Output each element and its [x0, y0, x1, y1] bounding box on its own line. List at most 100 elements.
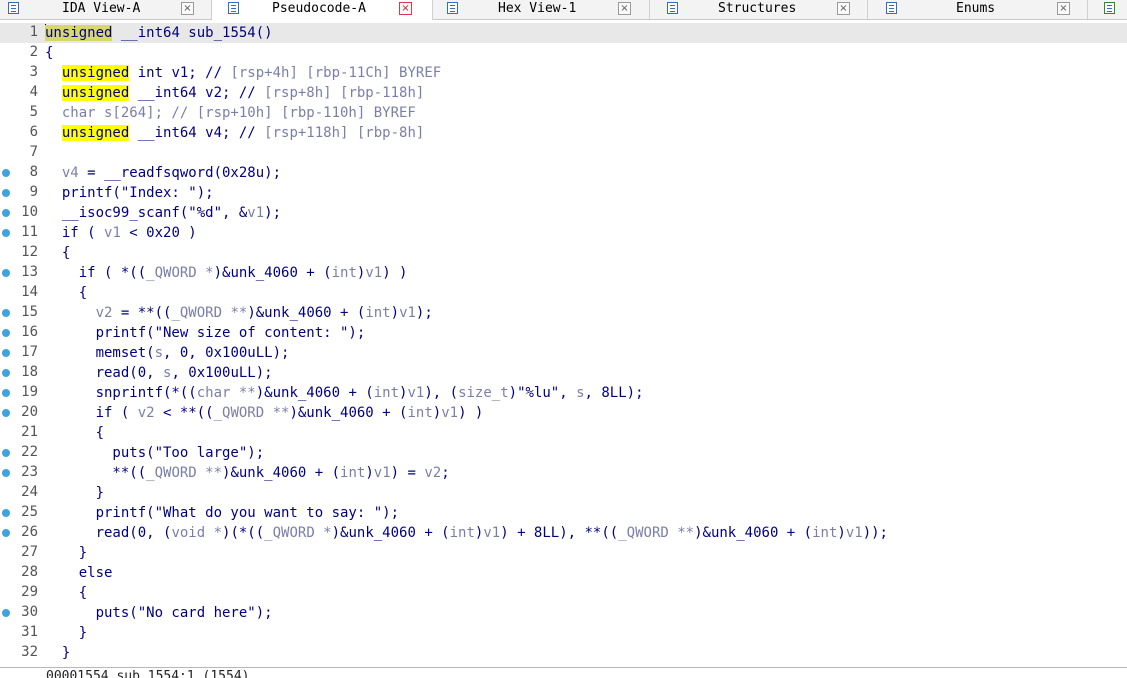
- code-text[interactable]: {: [45, 424, 104, 442]
- close-icon[interactable]: ×: [399, 2, 412, 15]
- code-text[interactable]: {: [45, 584, 87, 602]
- breakpoint-dot-icon[interactable]: [2, 449, 10, 457]
- code-text[interactable]: {: [45, 44, 53, 62]
- code-line[interactable]: 4 unsigned __int64 v2; // [rsp+8h] [rbp-…: [0, 83, 1127, 103]
- breakpoint-dot-icon[interactable]: [2, 509, 10, 517]
- code-line[interactable]: 11 if ( v1 < 0x20 ): [0, 223, 1127, 243]
- close-icon[interactable]: ×: [618, 2, 631, 15]
- code-line[interactable]: 1 unsigned __int64 sub_1554(): [0, 23, 1127, 43]
- tab-overflow[interactable]: [1088, 0, 1127, 19]
- code-text[interactable]: v4 = __readfsqword(0x28u);: [45, 164, 281, 182]
- tab-enums[interactable]: Enums ×: [868, 0, 1088, 19]
- code-text[interactable]: v2 = **((_QWORD **)&unk_4060 + (int)v1);: [45, 304, 433, 322]
- code-text[interactable]: unsigned int v1; // [rsp+4h] [rbp-11Ch] …: [45, 64, 441, 82]
- code-token: ) ): [458, 405, 484, 421]
- code-text[interactable]: unsigned __int64 v2; // [rsp+8h] [rbp-11…: [45, 84, 424, 102]
- breakpoint-dot-icon[interactable]: [2, 349, 10, 357]
- code-line[interactable]: 8 v4 = __readfsqword(0x28u);: [0, 163, 1127, 183]
- code-text[interactable]: __isoc99_scanf("%d", &v1);: [45, 204, 281, 222]
- code-text[interactable]: puts("No card here");: [45, 604, 273, 622]
- tab-hex-view-1[interactable]: Hex View-1 ×: [433, 0, 650, 19]
- code-line[interactable]: 12 {: [0, 243, 1127, 263]
- breakpoint-dot-icon[interactable]: [2, 209, 10, 217]
- breakpoint-dot-icon[interactable]: [2, 609, 10, 617]
- code-line[interactable]: 28 else: [0, 563, 1127, 583]
- code-token: }: [45, 545, 88, 561]
- code-line[interactable]: 30 puts("No card here");: [0, 603, 1127, 623]
- code-line[interactable]: 7: [0, 143, 1127, 163]
- tab-structures[interactable]: Structures ×: [650, 0, 868, 19]
- code-line[interactable]: 6 unsigned __int64 v4; // [rsp+118h] [rb…: [0, 123, 1127, 143]
- code-token: ): [837, 525, 846, 541]
- code-line[interactable]: 10 __isoc99_scanf("%d", &v1);: [0, 203, 1127, 223]
- code-line[interactable]: 32 }: [0, 643, 1127, 663]
- close-icon[interactable]: ×: [1057, 2, 1070, 15]
- close-icon[interactable]: ×: [837, 2, 850, 15]
- code-line[interactable]: 21 {: [0, 423, 1127, 443]
- tab-pseudocode-a[interactable]: Pseudocode-A ×: [212, 0, 433, 20]
- breakpoint-dot-icon[interactable]: [2, 369, 10, 377]
- code-line[interactable]: 18 read(0, s, 0x100uLL);: [0, 363, 1127, 383]
- code-text[interactable]: {: [45, 244, 70, 262]
- code-text[interactable]: }: [45, 544, 87, 562]
- code-line[interactable]: 19 snprintf(*((char **)&unk_4060 + (int)…: [0, 383, 1127, 403]
- breakpoint-dot-icon[interactable]: [2, 169, 10, 177]
- code-text[interactable]: snprintf(*((char **)&unk_4060 + (int)v1)…: [45, 384, 644, 402]
- breakpoint-dot-icon[interactable]: [2, 389, 10, 397]
- line-number: 21: [21, 424, 38, 440]
- code-token: ) =: [390, 465, 425, 481]
- tab-ida-view-a[interactable]: IDA View-A ×: [0, 0, 212, 19]
- code-line[interactable]: 31 }: [0, 623, 1127, 643]
- code-line[interactable]: 25 printf("What do you want to say: ");: [0, 503, 1127, 523]
- code-text[interactable]: puts("Too large");: [45, 444, 264, 462]
- breakpoint-dot-icon[interactable]: [2, 409, 10, 417]
- code-line[interactable]: 26 read(0, (void *)(*((_QWORD *)&unk_406…: [0, 523, 1127, 543]
- breakpoint-dot-icon[interactable]: [2, 529, 10, 537]
- code-text[interactable]: }: [45, 624, 87, 642]
- code-text[interactable]: if ( *((_QWORD *)&unk_4060 + (int)v1) ): [45, 264, 408, 282]
- code-line[interactable]: 15 v2 = **((_QWORD **)&unk_4060 + (int)v…: [0, 303, 1127, 323]
- breakpoint-dot-icon[interactable]: [2, 469, 10, 477]
- code-line[interactable]: 14 {: [0, 283, 1127, 303]
- pseudocode-editor[interactable]: 1 unsigned __int64 sub_1554() 2{3 unsigned…: [0, 20, 1127, 667]
- code-line[interactable]: 16 printf("New size of content: ");: [0, 323, 1127, 343]
- code-line[interactable]: 17 memset(s, 0, 0x100uLL);: [0, 343, 1127, 363]
- breakpoint-dot-icon[interactable]: [2, 189, 10, 197]
- code-token: read(0, (: [45, 525, 172, 541]
- code-line[interactable]: 22 puts("Too large");: [0, 443, 1127, 463]
- code-text[interactable]: read(0, (void *)(*((_QWORD *)&unk_4060 +…: [45, 524, 888, 542]
- close-icon[interactable]: ×: [181, 2, 194, 15]
- code-line[interactable]: 20 if ( v2 < **((_QWORD **)&unk_4060 + (…: [0, 403, 1127, 423]
- code-text[interactable]: else: [45, 564, 113, 582]
- breakpoint-dot-icon[interactable]: [2, 329, 10, 337]
- code-text[interactable]: if ( v2 < **((_QWORD **)&unk_4060 + (int…: [45, 404, 484, 422]
- code-text[interactable]: unsigned __int64 v4; // [rsp+118h] [rbp-…: [45, 124, 424, 142]
- code-text[interactable]: read(0, s, 0x100uLL);: [45, 364, 273, 382]
- line-number: 1: [29, 24, 38, 40]
- code-text[interactable]: printf("New size of content: ");: [45, 324, 366, 342]
- code-token: , 0, 0x100uLL);: [163, 345, 290, 361]
- breakpoint-dot-icon[interactable]: [2, 229, 10, 237]
- code-text[interactable]: unsigned __int64 sub_1554(): [45, 24, 273, 42]
- code-text[interactable]: printf("Index: ");: [45, 184, 214, 202]
- line-number: 16: [21, 324, 38, 340]
- code-line[interactable]: 5 char s[264]; // [rsp+10h] [rbp-110h] B…: [0, 103, 1127, 123]
- code-text[interactable]: }: [45, 484, 104, 502]
- code-line[interactable]: 2{: [0, 43, 1127, 63]
- breakpoint-dot-icon[interactable]: [2, 269, 10, 277]
- code-text[interactable]: }: [45, 644, 70, 662]
- code-line[interactable]: 23 **((_QWORD **)&unk_4060 + (int)v1) = …: [0, 463, 1127, 483]
- breakpoint-dot-icon[interactable]: [2, 309, 10, 317]
- code-line[interactable]: 3 unsigned int v1; // [rsp+4h] [rbp-11Ch…: [0, 63, 1127, 83]
- code-line[interactable]: 13 if ( *((_QWORD *)&unk_4060 + (int)v1)…: [0, 263, 1127, 283]
- code-line[interactable]: 29 {: [0, 583, 1127, 603]
- code-line[interactable]: 9 printf("Index: ");: [0, 183, 1127, 203]
- code-line[interactable]: 27 }: [0, 543, 1127, 563]
- code-text[interactable]: printf("What do you want to say: ");: [45, 504, 399, 522]
- code-text[interactable]: memset(s, 0, 0x100uLL);: [45, 344, 290, 362]
- code-text[interactable]: char s[264]; // [rsp+10h] [rbp-110h] BYR…: [45, 104, 416, 122]
- code-line[interactable]: 24 }: [0, 483, 1127, 503]
- code-text[interactable]: {: [45, 284, 87, 302]
- code-text[interactable]: if ( v1 < 0x20 ): [45, 224, 197, 242]
- code-text[interactable]: **((_QWORD **)&unk_4060 + (int)v1) = v2;: [45, 464, 449, 482]
